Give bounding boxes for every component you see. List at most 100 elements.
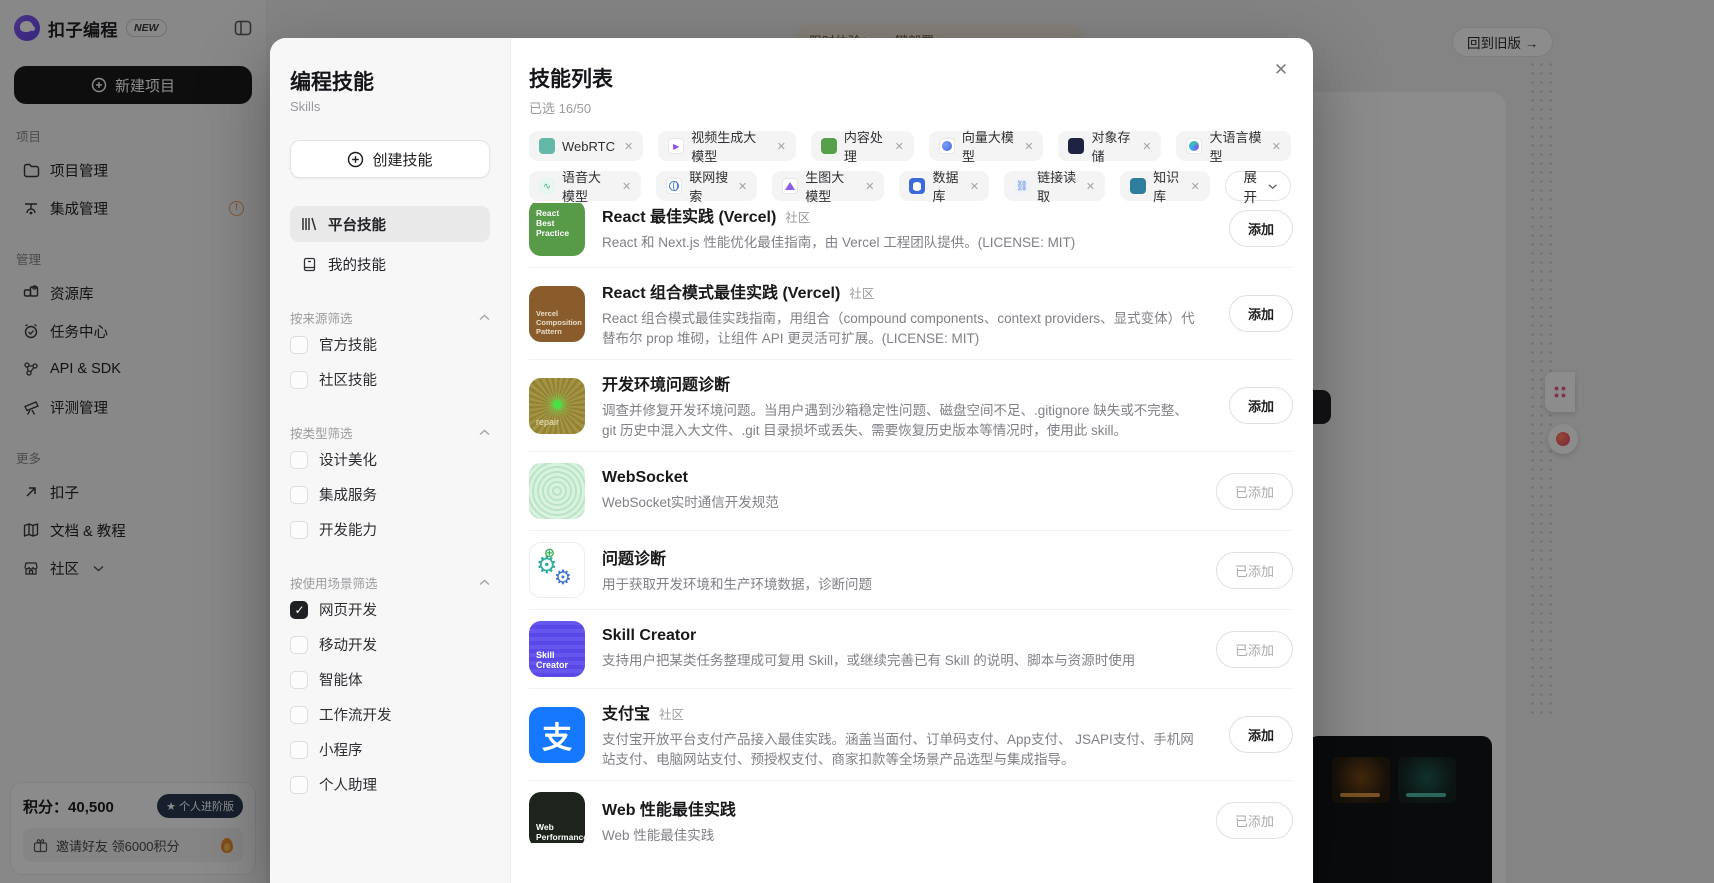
add-skill-button[interactable]: 添加 [1228, 716, 1293, 754]
web-performance-icon: Web Performance [529, 792, 585, 843]
notebook-icon [300, 257, 318, 272]
skills-modal: 编程技能 Skills 创建技能 平台技能 我的技能 按来源筛选 官方技能 社区… [270, 38, 1313, 883]
tag-content-processing[interactable]: 内容处理 ✕ [810, 130, 914, 164]
checkbox-unchecked[interactable] [290, 635, 308, 654]
tag-database[interactable]: 数据库 ✕ [899, 170, 990, 204]
skill-row-react-best-practice: React Best Practice React 最佳实践 (Vercel) … [529, 203, 1293, 268]
remove-tag-icon[interactable]: ✕ [1086, 180, 1095, 193]
tag-video-model[interactable]: ▶ 视频生成大模型 ✕ [658, 130, 796, 164]
checkbox-unchecked[interactable] [290, 450, 308, 469]
websocket-icon [529, 463, 585, 520]
tag-voice-model[interactable]: ∿ 语音大模型 ✕ [529, 170, 642, 204]
remove-tag-icon[interactable]: ✕ [865, 180, 874, 193]
link-reader-icon: ⛓ [1014, 178, 1031, 194]
remove-tag-icon[interactable]: ✕ [1191, 180, 1200, 193]
filter-mobile-dev[interactable]: 移动开发 [290, 627, 490, 662]
remove-tag-icon[interactable]: ✕ [1272, 140, 1281, 153]
added-skill-button[interactable]: 已添加 [1215, 630, 1293, 668]
filter-mini-program[interactable]: 小程序 [290, 732, 490, 767]
checkbox-unchecked[interactable] [290, 775, 308, 794]
vercel-composition-icon: Vercel Composition Pattern [529, 285, 585, 342]
filter-group-type: 按类型筛选 设计美化 集成服务 开发能力 [290, 423, 490, 547]
remove-tag-icon[interactable]: ✕ [738, 180, 747, 193]
gears-icon: ⚙ ⚙ ⊕ [529, 542, 585, 599]
remove-tag-icon[interactable]: ✕ [895, 140, 904, 153]
bars-icon [300, 217, 318, 231]
voice-model-icon: ∿ [539, 178, 555, 194]
filter-group-source: 按来源筛选 官方技能 社区技能 [290, 308, 490, 397]
tag-web-search[interactable]: 联网搜索 ✕ [656, 170, 758, 204]
added-skill-button[interactable]: 已添加 [1215, 472, 1293, 510]
added-skill-button[interactable]: 已添加 [1215, 551, 1293, 589]
chevron-up-icon[interactable] [479, 314, 490, 321]
content-icon [820, 138, 837, 154]
repair-icon: repair [529, 377, 585, 434]
tab-my-skills[interactable]: 我的技能 [290, 246, 490, 282]
community-badge: 社区 [849, 287, 875, 301]
tag-knowledge-base[interactable]: 知识库 ✕ [1120, 170, 1210, 204]
selected-count: 已选 16/50 [529, 101, 592, 116]
skill-description: React 和 Next.js 性能优化最佳指南，由 Vercel 工程团队提供… [602, 235, 1076, 251]
checkbox-unchecked[interactable] [290, 705, 308, 724]
chevron-up-icon[interactable] [479, 579, 490, 586]
modal-subtitle: Skills [290, 99, 321, 114]
webrtc-icon [539, 138, 555, 154]
checkbox-unchecked[interactable] [290, 335, 308, 354]
skill-description: 调查并修复开发环境问题。当用户遇到沙箱稳定性问题、磁盘空间不足、.gitigno… [602, 403, 1188, 438]
expand-tags-button[interactable]: 展开 [1224, 170, 1291, 205]
filter-integration-service[interactable]: 集成服务 [290, 477, 490, 512]
filter-community-skills[interactable]: 社区技能 [290, 362, 490, 397]
skill-description: Web 性能最佳实践 [602, 827, 715, 843]
add-skill-button[interactable]: 添加 [1228, 387, 1293, 425]
tag-webrtc[interactable]: WebRTC ✕ [529, 131, 644, 161]
skill-description: 用于获取开发环境和生产环境数据，诊断问题 [602, 577, 872, 593]
checkbox-checked[interactable] [290, 600, 308, 619]
close-icon[interactable]: ✕ [1267, 56, 1295, 84]
skill-creator-icon: Skill Creator [529, 621, 585, 678]
create-skill-button[interactable]: 创建技能 [290, 140, 490, 178]
tag-object-storage[interactable]: 对象存储 ✕ [1058, 130, 1162, 164]
remove-tag-icon[interactable]: ✕ [777, 140, 786, 153]
remove-tag-icon[interactable]: ✕ [970, 180, 979, 193]
add-skill-button[interactable]: 添加 [1228, 295, 1293, 333]
skills-list-panel: ✕ 技能列表 已选 16/50 WebRTC ✕ ▶ 视频生成大模型 ✕ 内容处理 ✕ … [511, 38, 1313, 883]
filter-agent[interactable]: 智能体 [290, 662, 490, 697]
modal-title: 编程技能 [290, 71, 374, 94]
checkbox-unchecked[interactable] [290, 740, 308, 759]
llm-icon [1186, 138, 1203, 154]
tab-platform-skills[interactable]: 平台技能 [290, 206, 490, 242]
checkbox-unchecked[interactable] [290, 670, 308, 689]
added-skill-button[interactable]: 已添加 [1215, 801, 1293, 839]
skill-row-websocket: WebSocket WebSocket实时通信开发规范 已添加 [529, 452, 1293, 532]
filter-design[interactable]: 设计美化 [290, 442, 490, 477]
skills-scroll-area[interactable]: React Best Practice React 最佳实践 (Vercel) … [529, 203, 1293, 843]
filter-personal-assistant[interactable]: 个人助理 [290, 767, 490, 802]
react-best-practice-icon: React Best Practice [529, 203, 585, 256]
tag-link-reader[interactable]: ⛓ 链接读取 ✕ [1004, 170, 1106, 204]
chevron-up-icon[interactable] [479, 429, 490, 436]
checkbox-unchecked[interactable] [290, 370, 308, 389]
filter-official-skills[interactable]: 官方技能 [290, 327, 490, 362]
skill-description: React 组合模式最佳实践指南，用组合（compound components… [602, 311, 1195, 346]
tag-llm[interactable]: 大语言模型 ✕ [1176, 130, 1291, 164]
skill-title: 支付宝 [602, 706, 651, 724]
tag-vector-model[interactable]: 向量大模型 ✕ [928, 130, 1044, 164]
checkbox-unchecked[interactable] [290, 485, 308, 504]
skill-title: WebSocket [602, 469, 688, 487]
remove-tag-icon[interactable]: ✕ [1024, 140, 1033, 153]
chevron-down-icon [1268, 183, 1277, 189]
remove-tag-icon[interactable]: ✕ [624, 140, 633, 153]
filter-dev-capability[interactable]: 开发能力 [290, 512, 490, 547]
skill-description: 支付宝开放平台支付产品接入最佳实践。涵盖当面付、订单码支付、App支付、 JSA… [602, 732, 1194, 767]
checkbox-unchecked[interactable] [290, 520, 308, 539]
filter-web-dev[interactable]: 网页开发 [290, 592, 490, 627]
remove-tag-icon[interactable]: ✕ [1142, 140, 1151, 153]
remove-tag-icon[interactable]: ✕ [622, 180, 631, 193]
tag-image-model[interactable]: 生图大模型 ✕ [772, 170, 885, 204]
add-skill-button[interactable]: 添加 [1228, 209, 1293, 247]
skill-row-diagnosis: ⚙ ⚙ ⊕ 问题诊断 用于获取开发环境和生产环境数据，诊断问题 已添加 [529, 531, 1293, 611]
skill-title: Web 性能最佳实践 [602, 801, 736, 819]
community-badge: 社区 [659, 708, 685, 723]
skill-title: 问题诊断 [602, 551, 667, 569]
filter-workflow-dev[interactable]: 工作流开发 [290, 697, 490, 732]
